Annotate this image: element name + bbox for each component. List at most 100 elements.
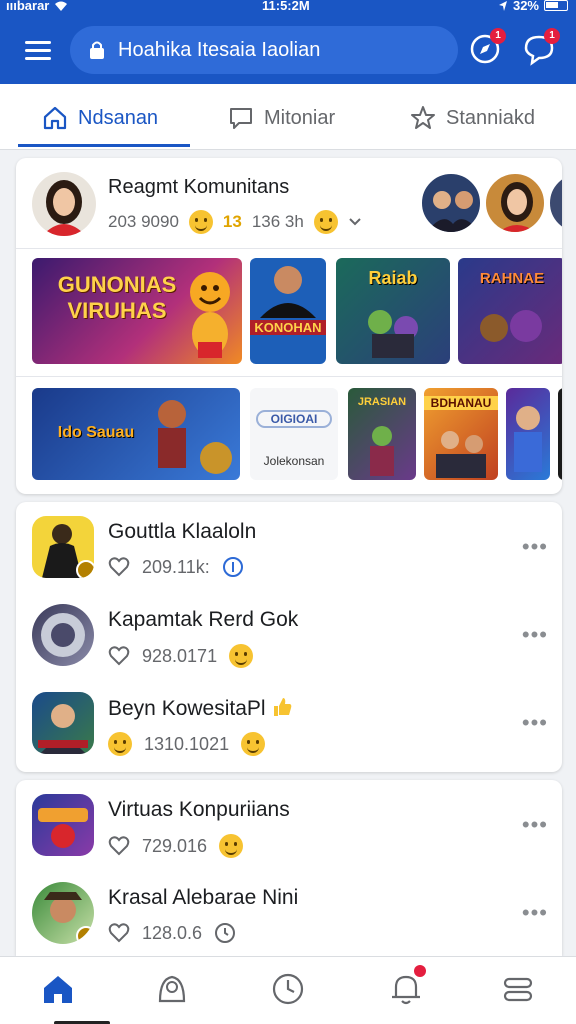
avatar[interactable]: [32, 172, 96, 236]
emoji-icon: [241, 732, 266, 756]
community-icon[interactable]: [154, 971, 190, 1007]
community-list-card: Gouttla Klaaloln 209.11k: ••• Kapamtak R…: [16, 502, 562, 772]
game-thumbnail[interactable]: [558, 388, 562, 480]
thumbnail-title: GUNONIAS VIRUHAS: [57, 272, 177, 323]
list-item[interactable]: Virtuas Konpuriians 729.016 •••: [16, 782, 562, 870]
game-thumbnail[interactable]: KONOHAN: [250, 258, 326, 364]
verified-badge: [76, 926, 94, 944]
game-thumbnail[interactable]: OIGIOAI Jolekonsan: [250, 388, 338, 480]
reaction-count: 13: [222, 212, 242, 231]
message-badge: 1: [544, 28, 560, 44]
thumbnail-title: JRASIAN: [357, 396, 407, 408]
member-avatar[interactable]: [548, 172, 562, 234]
community-icon: [32, 516, 94, 578]
home-icon[interactable]: [40, 971, 76, 1007]
more-options-icon[interactable]: •••: [522, 900, 548, 926]
tab-messages[interactable]: Mitoniar: [228, 102, 335, 134]
status-bar: ıııbarar 11:5:2M 32%: [0, 0, 576, 16]
notification-dot: [414, 965, 426, 977]
list-item-stats: 729.016: [108, 834, 244, 858]
tab-label: Ndsanan: [78, 106, 159, 129]
list-item[interactable]: Krasal Alebarae Nini 128.0.6 •••: [16, 870, 562, 956]
clock-icon: [215, 923, 236, 943]
more-options-icon[interactable]: •••: [522, 622, 548, 648]
heart-icon[interactable]: [108, 557, 130, 577]
list-item-stats: 128.0.6: [108, 922, 236, 944]
more-options-icon[interactable]: •••: [522, 534, 548, 560]
menu-icon[interactable]: [500, 971, 536, 1007]
notifications-button[interactable]: [388, 965, 426, 1007]
tab-label: Stanniakd: [446, 106, 535, 129]
chat-bubble-icon: [230, 108, 252, 129]
divider: [0, 149, 576, 150]
thumbs-up-icon: [274, 698, 292, 716]
chevron-down-icon[interactable]: [348, 217, 362, 227]
list-item-stats: 209.11k:: [108, 556, 244, 578]
list-item[interactable]: Beyn KowesitaPl 1310.1021 •••: [16, 680, 562, 768]
emoji-icon: [313, 210, 338, 234]
time-label: 136 3h: [251, 212, 304, 231]
community-icon: [32, 882, 94, 944]
more-options-icon[interactable]: •••: [522, 812, 548, 838]
heart-icon[interactable]: [108, 923, 130, 943]
divider: [16, 376, 562, 377]
tab-home[interactable]: Ndsanan: [42, 102, 158, 134]
tab-label: Mitoniar: [264, 106, 336, 129]
community-title[interactable]: Reagmt Komunitans: [108, 176, 289, 199]
thumbnail-title: Raiab: [368, 268, 418, 288]
star-icon: [411, 106, 435, 129]
list-item[interactable]: Kapamtak Rerd Gok 928.0171 •••: [16, 592, 562, 680]
featured-community-card[interactable]: Reagmt Komunitans 203 9090 13 136 3h GUN…: [16, 158, 562, 494]
thumbnail-caption: Jolekonsan: [263, 454, 325, 468]
emoji-icon: [229, 644, 254, 668]
list-item-title: Kapamtak Rerd Gok: [108, 608, 299, 631]
community-icon: [32, 692, 94, 754]
hamburger-menu-icon[interactable]: [22, 36, 56, 66]
member-avatar[interactable]: [420, 172, 482, 234]
list-item[interactable]: Gouttla Klaaloln 209.11k: •••: [16, 504, 562, 592]
bottom-navigation: [0, 956, 576, 1024]
game-thumbnail[interactable]: Raiab: [336, 258, 450, 364]
carrier-label: ıııbarar: [6, 0, 50, 13]
list-item-stats: 928.0171: [108, 644, 254, 668]
active-tab-indicator: [18, 144, 190, 147]
verified-badge: [76, 560, 94, 578]
game-thumbnail[interactable]: [506, 388, 550, 480]
thumbnail-title: KONOHAN: [250, 320, 326, 335]
tab-bar: Ndsanan Mitoniar Stanniakd: [0, 84, 576, 150]
game-thumbnail[interactable]: RAHNAE: [458, 258, 562, 364]
heart-icon[interactable]: [108, 836, 130, 856]
emoji-icon: [108, 732, 132, 756]
heart-icon[interactable]: [108, 646, 130, 666]
like-count: 128.0.6: [142, 922, 203, 943]
top-app-bar: ıııbarar 11:5:2M 32% Hoahika Itesaia Iao…: [0, 0, 576, 84]
messenger-button[interactable]: 1: [522, 28, 560, 66]
emoji-icon: [219, 834, 244, 858]
lock-icon: [90, 41, 104, 59]
info-circle-icon: [222, 557, 243, 577]
game-thumbnail[interactable]: JRASIAN: [348, 388, 416, 480]
game-thumbnail[interactable]: GUNONIAS VIRUHAS: [32, 258, 242, 364]
community-stats: 203 9090 13 136 3h: [108, 210, 362, 234]
game-thumbnail[interactable]: Ido Sauau: [32, 388, 240, 480]
home-outline-icon: [43, 106, 67, 130]
more-options-icon[interactable]: •••: [522, 710, 548, 736]
member-avatar[interactable]: [484, 172, 546, 234]
battery-icon: [544, 0, 568, 11]
game-thumbnail[interactable]: BDHANAU: [424, 388, 498, 480]
like-count: 928.0171: [142, 645, 218, 666]
compass-button[interactable]: 1: [468, 28, 506, 66]
list-item-title: Beyn KowesitaPl: [108, 696, 293, 721]
location-icon: [498, 0, 507, 11]
member-count: 203 9090: [108, 212, 179, 231]
wifi-icon: [55, 1, 68, 11]
list-item-title: Gouttla Klaaloln: [108, 520, 257, 543]
community-icon: [32, 794, 94, 856]
like-count: 1310.1021: [144, 733, 230, 754]
notification-badge: 1: [490, 28, 506, 44]
tab-starred[interactable]: Stanniakd: [410, 102, 535, 134]
list-item-stats: 1310.1021: [108, 732, 266, 756]
search-input[interactable]: Hoahika Itesaia Iaolian: [70, 26, 458, 74]
community-icon: [32, 604, 94, 666]
clock-icon[interactable]: [270, 971, 306, 1007]
